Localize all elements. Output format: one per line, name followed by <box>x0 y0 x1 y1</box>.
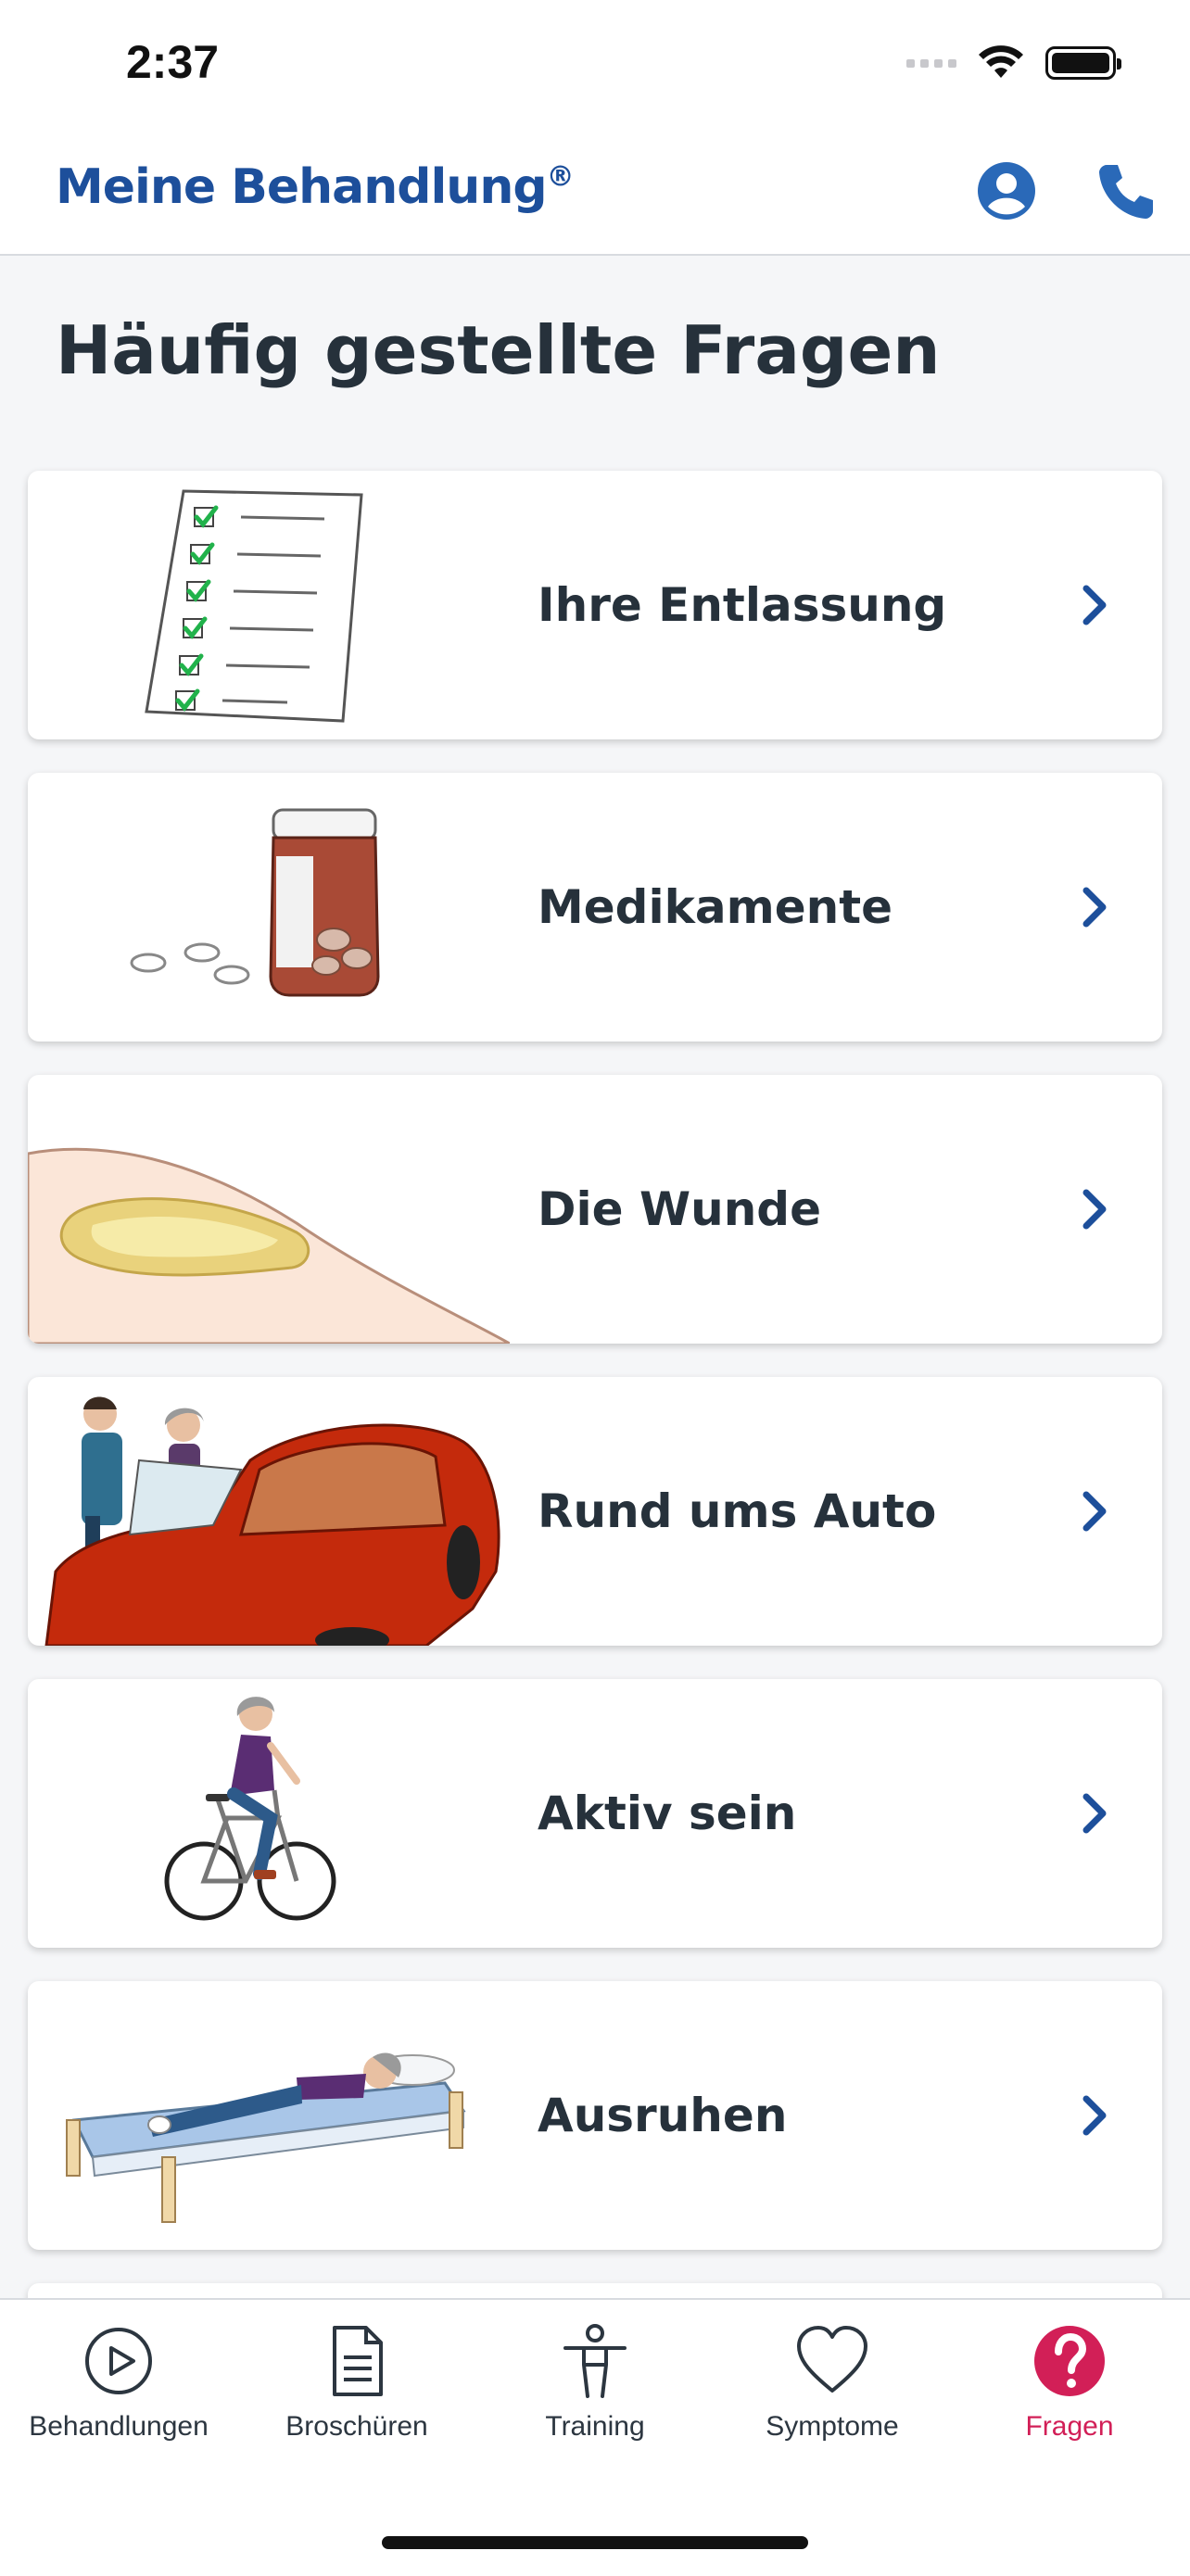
bottom-tab-bar: Behandlungen Broschüren Training Symptom… <box>0 2298 1190 2576</box>
tab-label: Fragen <box>1025 2411 1114 2442</box>
chevron-right-icon <box>1082 887 1107 928</box>
faq-list: Ihre Entlassung Medikamente Die Wunde Ru… <box>28 471 1162 2344</box>
checklist-illustration <box>145 489 363 723</box>
battery-icon <box>1045 46 1121 80</box>
chevron-right-icon <box>1082 1793 1107 1834</box>
tab-label: Broschüren <box>285 2411 428 2442</box>
faq-card-label: Aktiv sein <box>538 1787 797 1840</box>
wifi-icon <box>979 45 1023 78</box>
faq-card-aktiv[interactable]: Aktiv sein <box>28 1679 1162 1948</box>
play-circle-icon <box>85 2328 152 2394</box>
cycling-illustration <box>164 1697 336 1921</box>
tab-label: Symptome <box>766 2411 899 2442</box>
heart-icon <box>797 2326 867 2393</box>
faq-card-medikamente[interactable]: Medikamente <box>28 773 1162 1042</box>
app-header: Meine Behandlung® <box>0 130 1190 256</box>
faq-card-label: Ausruhen <box>538 2089 788 2142</box>
faq-card-auto[interactable]: Rund ums Auto <box>28 1377 1162 1646</box>
status-icons <box>906 44 1121 82</box>
chevron-right-icon <box>1082 1189 1107 1230</box>
faq-card-ausruhen[interactable]: Ausruhen <box>28 1981 1162 2250</box>
pill-jar-illustration <box>130 808 380 997</box>
profile-icon[interactable] <box>973 158 1040 224</box>
tab-training[interactable]: Training <box>484 2322 706 2443</box>
chevron-right-icon <box>1082 1491 1107 1532</box>
app-brand: Meine Behandlung® <box>56 159 575 215</box>
faq-card-label: Ihre Entlassung <box>538 578 947 632</box>
faq-card-wunde[interactable]: Die Wunde <box>28 1075 1162 1344</box>
question-circle-icon <box>1034 2326 1105 2396</box>
page-title: Häufig gestellte Fragen <box>56 311 941 389</box>
car-illustration <box>44 1396 500 1646</box>
wound-bandage-illustration <box>28 1147 510 1344</box>
resting-bed-illustration <box>66 2052 466 2223</box>
status-time: 2:37 <box>126 36 220 88</box>
tab-broschueren[interactable]: Broschüren <box>246 2322 468 2443</box>
faq-card-entlassung[interactable]: Ihre Entlassung <box>28 471 1162 739</box>
status-bar: 2:37 <box>0 0 1190 130</box>
phone-icon[interactable] <box>1094 158 1160 224</box>
cellular-signal-icon <box>906 58 956 68</box>
chevron-right-icon <box>1082 2095 1107 2136</box>
tab-fragen[interactable]: Fragen <box>958 2322 1181 2443</box>
tab-symptome[interactable]: Symptome <box>721 2322 943 2443</box>
person-icon <box>563 2324 627 2398</box>
home-indicator <box>382 2536 808 2549</box>
faq-card-label: Die Wunde <box>538 1182 822 1236</box>
chevron-right-icon <box>1082 585 1107 625</box>
tab-behandlungen[interactable]: Behandlungen <box>7 2322 230 2443</box>
tab-label: Training <box>545 2411 645 2442</box>
tab-label: Behandlungen <box>29 2411 209 2442</box>
document-icon <box>333 2326 383 2396</box>
faq-card-label: Rund ums Auto <box>538 1484 937 1538</box>
faq-card-label: Medikamente <box>538 880 893 934</box>
